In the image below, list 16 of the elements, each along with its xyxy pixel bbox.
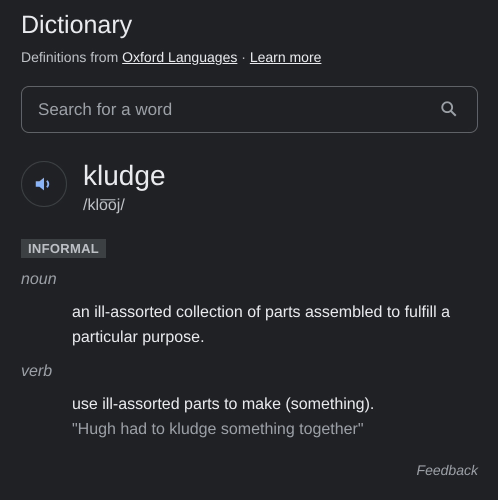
source-link[interactable]: Oxford Languages [122,49,238,65]
source-line: Definitions from Oxford Languages · Learn more [21,48,322,66]
feedback-link[interactable]: Feedback [416,462,478,478]
speaker-button[interactable] [21,161,67,207]
example-sentence: "Hugh had to kludge something together" [72,420,365,440]
headword: kludge [83,159,166,193]
search-field[interactable]: Search for a word [21,86,478,133]
learn-more-link[interactable]: Learn more [250,49,322,65]
part-of-speech: noun [21,270,58,290]
search-icon[interactable] [440,100,458,118]
definition: an ill-assorted collection of parts assembled to fulfill a particular purpose. [72,303,451,348]
register-tag: INFORMAL [21,239,106,258]
pronunciation: /klo͞oj/ [83,197,126,215]
part-of-speech: verb [21,362,54,382]
definition: use ill-assorted parts to make (something). [72,395,376,415]
dictionary-title: Dictionary [21,10,134,41]
